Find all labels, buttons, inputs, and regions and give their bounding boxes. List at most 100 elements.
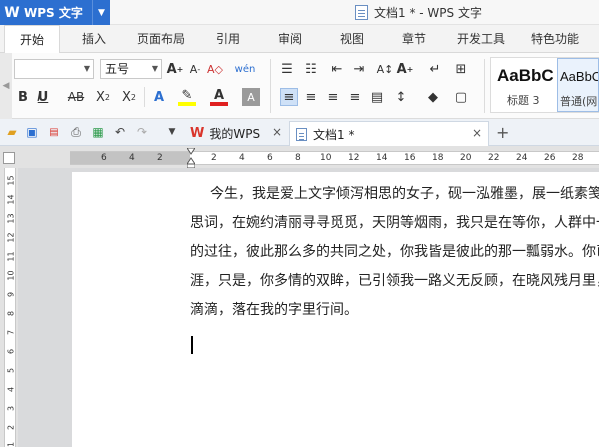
ruler-number: 6 [267,153,273,163]
ruler-number: 2 [157,153,163,163]
style-heading3[interactable]: AaBbC 标题 3 [491,58,555,112]
grow-font-icon[interactable]: A + [166,60,184,78]
tab-review[interactable]: 审阅 [266,25,314,53]
style-sample: AaBbC [497,66,554,85]
text-line: 今生，我是爱上文字倾泻相思的女子，砚一泓雅墨，展一纸素笺 [210,186,599,202]
ruler-number: 28 [572,153,584,163]
shrink-font-icon[interactable]: A- [186,60,204,78]
chinese-layout-icon[interactable]: A↕ [376,60,394,78]
close-icon[interactable]: × [272,125,282,139]
ruler-number: 12 [6,232,16,243]
tab-my-wps[interactable]: W 我的WPS × [182,121,288,146]
superscript-icon[interactable]: X2 [94,88,112,106]
redo-icon[interactable]: ↷ [134,124,150,140]
pinyin-guide-icon[interactable]: wén [235,60,256,78]
ruler-number: 11 [6,251,16,262]
divider [270,59,271,113]
customize-toolbar-icon[interactable]: ▼ [164,124,180,140]
line-spacing-icon[interactable]: ↕ [392,88,410,106]
align-left-icon[interactable]: ≡ [280,88,298,106]
bullets-icon[interactable]: ☰ [278,60,296,78]
text-effect-icon[interactable]: A [150,88,168,106]
document-body[interactable]: 今生，我是爱上文字倾泻相思的女子，砚一泓雅墨，展一纸素笺 思词，在婉约清丽寻寻觅… [190,180,599,325]
font-size-select[interactable]: 五号 ▼ [100,59,162,79]
save-icon[interactable]: ▣ [24,124,40,140]
tab-label: 我的WPS [209,127,261,141]
chevron-down-icon[interactable]: ▼ [92,0,110,25]
justify-icon[interactable]: ≡ [346,88,364,106]
divider [144,87,145,107]
numbering-icon[interactable]: ☷ [302,60,320,78]
ruler-number: 22 [488,153,500,163]
new-tab-icon[interactable]: + [496,123,509,142]
horizontal-ruler-bar: 6 4 2 2 4 6 8 10 12 14 16 18 20 22 24 26… [0,146,599,168]
font-name-select[interactable]: ▼ [14,59,94,79]
print-icon[interactable]: ⎙ [68,124,84,140]
ruler-number: 15 [6,175,16,186]
ruler-number: 2 [211,153,217,163]
tab-document1[interactable]: 文档1 * × [289,121,489,146]
document-icon [355,5,368,20]
text-line: 思词，在婉约清丽寻寻觅觅，天阴等烟雨，我只是在等你，人群中一 [190,215,599,231]
horizontal-ruler[interactable]: 6 4 2 2 4 6 8 10 12 14 16 18 20 22 24 26… [70,148,599,168]
ruler-number: 14 [376,153,388,163]
wps-logo-icon: W [4,4,20,21]
highlight-icon[interactable]: ✎ [178,88,196,106]
table-border-icon[interactable]: ⊞ [452,60,470,78]
distributed-icon[interactable]: ▤ [368,88,386,106]
text-grow-icon[interactable]: A + [396,60,414,78]
open-folder-icon[interactable]: ▰ [4,124,20,140]
tab-label: 文档1 * [313,127,355,142]
tab-developer[interactable]: 开发工具 [448,25,514,53]
char-shading-icon[interactable]: A [242,88,260,106]
ruler-number: 4 [239,153,245,163]
ruler-number: 4 [6,386,16,393]
align-right-icon[interactable]: ≡ [324,88,342,106]
clear-format-icon[interactable]: A◇ [206,60,224,78]
vertical-ruler[interactable]: 15 14 13 12 11 10 9 8 7 6 5 4 3 2 1 [4,168,16,447]
shading-icon[interactable]: ◆ [424,88,442,106]
subscript-icon[interactable]: X2 [120,88,138,106]
text-line: 的过往，彼此那么多的共同之处，你我皆是彼此的那一瓢弱水。你已 [190,244,599,260]
sort-icon[interactable]: ↵ [426,60,444,78]
tab-chapter[interactable]: 章节 [390,25,438,53]
style-normal-web[interactable]: AaBbC 普通(网 [557,58,599,112]
strikethrough-icon[interactable]: AB [62,88,90,106]
decrease-indent-icon[interactable]: ⇤ [328,60,346,78]
ruler-number: 6 [6,348,16,355]
document-page[interactable]: 今生，我是爱上文字倾泻相思的女子，砚一泓雅墨，展一纸素笺 思词，在婉约清丽寻寻觅… [72,172,599,447]
ruler-number: 20 [460,153,472,163]
ribbon-scroll-left-icon[interactable]: ◀ [0,53,12,119]
ruler-number: 18 [432,153,444,163]
tab-references[interactable]: 引用 [204,25,252,53]
styles-gallery: AaBbC 标题 3 AaBbC 普通(网 [490,57,599,113]
underline-icon[interactable]: U [34,88,52,106]
style-sample: AaBbC [560,69,599,84]
print-preview-icon[interactable]: ▦ [90,124,106,140]
borders-icon[interactable]: ▢ [452,88,470,106]
font-color-icon[interactable]: A [210,88,228,106]
ruler-number: 26 [544,153,556,163]
tab-special[interactable]: 特色功能 [522,25,588,53]
ruler-number: 9 [6,291,16,298]
tab-start[interactable]: 开始 [4,25,60,54]
vertical-ruler-bar: 15 14 13 12 11 10 9 8 7 6 5 4 3 2 1 [0,168,18,447]
tab-insert[interactable]: 插入 [70,25,118,53]
undo-icon[interactable]: ↶ [112,124,128,140]
increase-indent-icon[interactable]: ⇥ [350,60,368,78]
font-size-value: 五号 [105,62,130,76]
text-line: 涯，只是，你多情的双眸，已引领我一路义无反顾，在晓风残月里， [190,273,599,289]
text-line: 滴滴，落在我的字里行间。 [190,302,358,318]
document-icon [296,127,307,141]
align-center-icon[interactable]: ≡ [302,88,320,106]
tab-stop-selector[interactable] [3,152,15,164]
text-cursor [191,336,193,354]
indent-marker-icon[interactable] [187,148,195,168]
wps-menu-button[interactable]: W WPS 文字 ▼ [0,0,110,25]
tab-page-layout[interactable]: 页面布局 [130,25,192,53]
close-icon[interactable]: × [472,126,482,140]
ruler-number: 24 [516,153,528,163]
ruler-number: 3 [6,405,16,412]
export-pdf-icon[interactable]: ▤ [46,124,62,140]
tab-view[interactable]: 视图 [328,25,376,53]
